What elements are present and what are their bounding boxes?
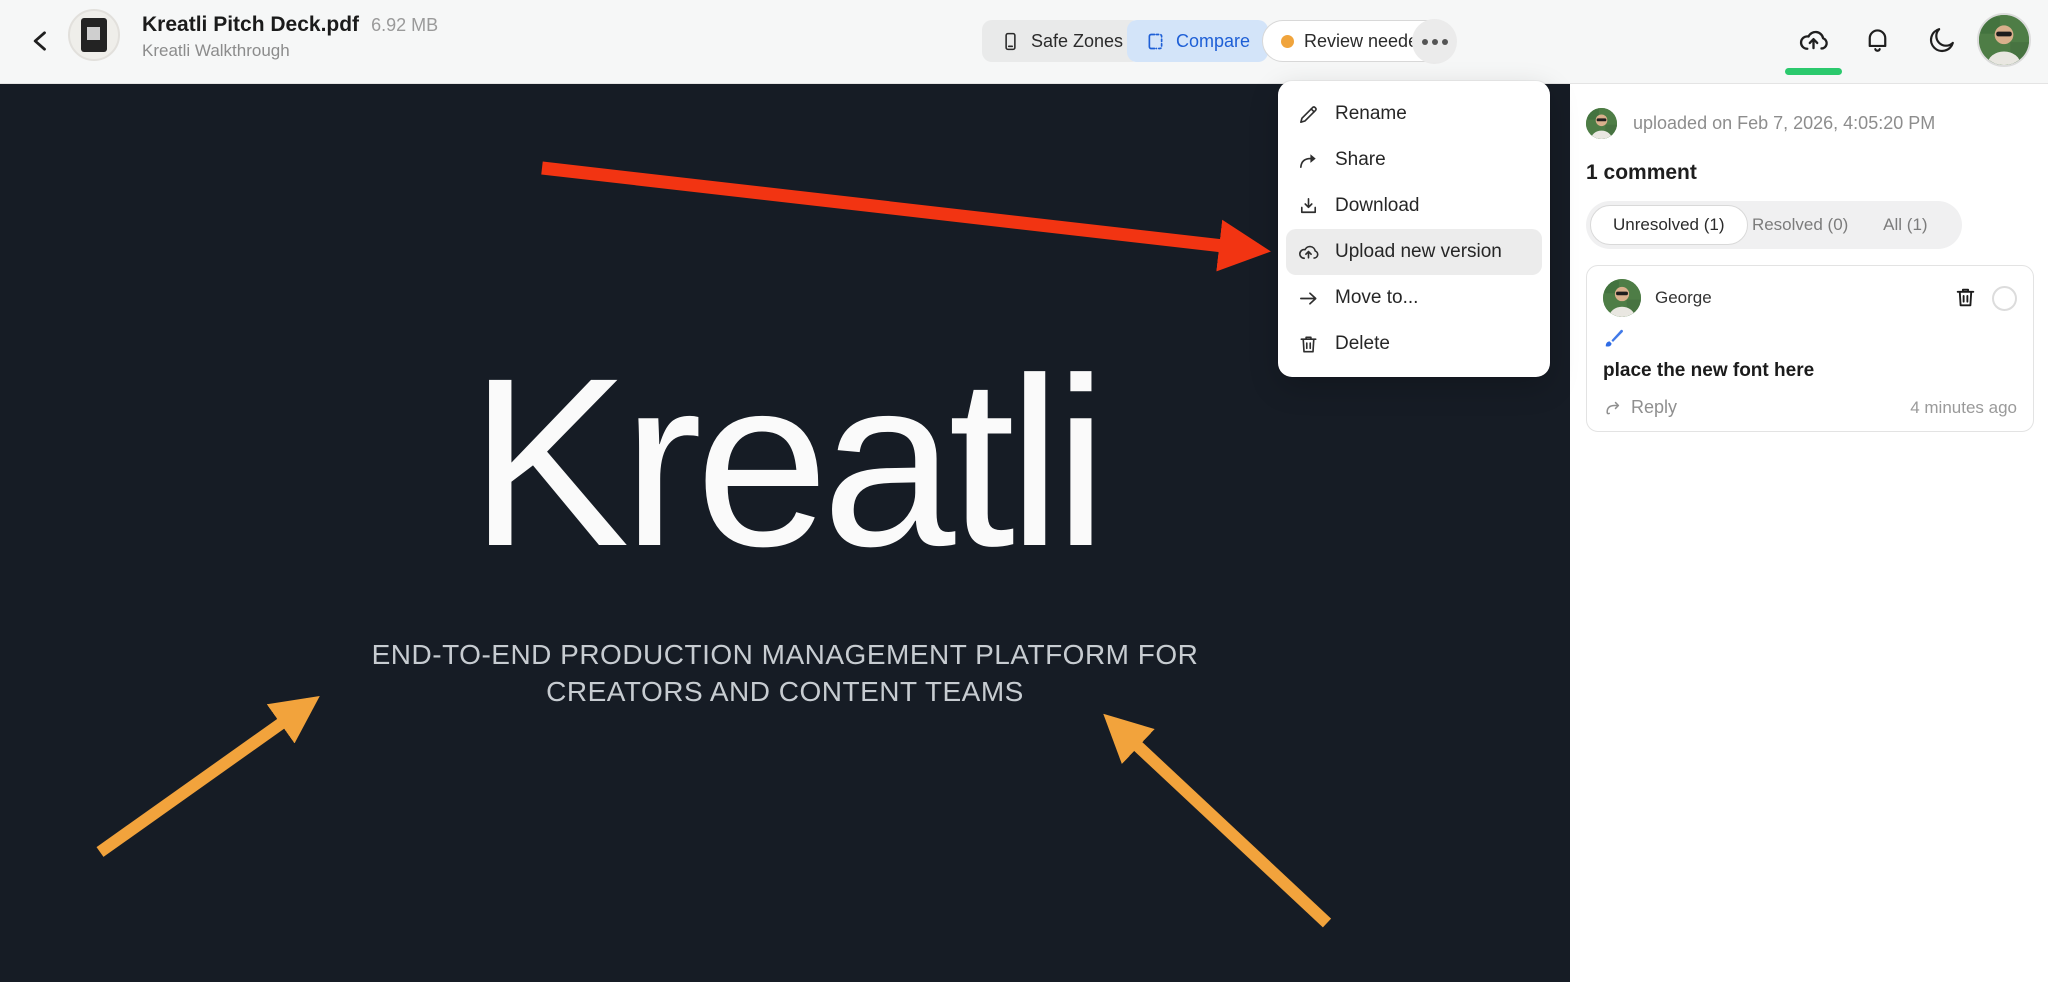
comment-author: George bbox=[1655, 288, 1952, 308]
ellipsis-icon bbox=[1422, 39, 1428, 45]
reply-label: Reply bbox=[1631, 397, 1677, 418]
comment-footer: Reply 4 minutes ago bbox=[1603, 397, 2017, 418]
menu-item-label: Share bbox=[1335, 149, 1386, 171]
comment-timestamp: 4 minutes ago bbox=[1910, 398, 2017, 418]
comment-text: place the new font here bbox=[1603, 360, 2017, 382]
menu-item-label: Move to... bbox=[1335, 287, 1418, 309]
comment-filter-tabs: Unresolved (1) Resolved (0) All (1) bbox=[1586, 201, 1962, 249]
chevron-left-icon bbox=[27, 27, 55, 55]
menu-item-upload-new-version[interactable]: Upload new version bbox=[1286, 229, 1542, 275]
reply-arrow-icon bbox=[1603, 398, 1623, 418]
menu-item-label: Download bbox=[1335, 195, 1420, 217]
comments-sidebar: uploaded on Feb 7, 2026, 4:05:20 PM 1 co… bbox=[1570, 84, 2048, 1000]
version-info-row: uploaded on Feb 7, 2026, 4:05:20 PM bbox=[1586, 108, 2034, 139]
menu-item-download[interactable]: Download bbox=[1286, 183, 1542, 229]
compare-label: Compare bbox=[1176, 31, 1250, 52]
slide-subtitle-line1: END-TO-END PRODUCTION MANAGEMENT PLATFOR… bbox=[0, 636, 1570, 673]
uploaded-timestamp: uploaded on Feb 7, 2026, 4:05:20 PM bbox=[1633, 113, 1935, 134]
menu-item-label: Upload new version bbox=[1335, 241, 1502, 263]
dark-mode-toggle[interactable] bbox=[1925, 24, 1959, 58]
menu-item-share[interactable]: Share bbox=[1286, 137, 1542, 183]
avatar-image bbox=[1979, 15, 2029, 65]
user-avatar[interactable] bbox=[1977, 13, 2031, 67]
cloud-upload-icon bbox=[1297, 241, 1320, 264]
file-options-menu: Rename Share Download Upload new version… bbox=[1278, 81, 1550, 377]
reply-button[interactable]: Reply bbox=[1603, 397, 1677, 418]
menu-item-rename[interactable]: Rename bbox=[1286, 91, 1542, 137]
menu-item-delete[interactable]: Delete bbox=[1286, 321, 1542, 367]
arrow-right-icon bbox=[1297, 287, 1320, 310]
upload-progress-bar bbox=[1785, 68, 1842, 75]
back-button[interactable] bbox=[26, 27, 56, 57]
trash-icon bbox=[1297, 333, 1320, 356]
moon-icon bbox=[1927, 24, 1958, 55]
notifications-button[interactable] bbox=[1860, 24, 1894, 58]
safe-zones-label: Safe Zones bbox=[1031, 31, 1123, 52]
file-info: Kreatli Pitch Deck.pdf 6.92 MB Kreatli W… bbox=[142, 13, 438, 61]
cloud-upload-icon bbox=[1797, 24, 1830, 57]
breadcrumb: Kreatli Walkthrough bbox=[142, 41, 438, 61]
tab-unresolved[interactable]: Unresolved (1) bbox=[1590, 205, 1748, 245]
status-dot-icon bbox=[1281, 35, 1294, 48]
pencil-icon bbox=[1297, 103, 1320, 126]
phone-icon bbox=[1000, 31, 1021, 52]
delete-comment-button[interactable] bbox=[1952, 285, 1978, 311]
file-size: 6.92 MB bbox=[371, 15, 438, 36]
status-label: Review needed bbox=[1304, 31, 1428, 52]
slide-subtitle-line2: CREATORS AND CONTENT TEAMS bbox=[0, 673, 1570, 710]
slide-title: Kreatli bbox=[0, 342, 1570, 582]
tab-all[interactable]: All (1) bbox=[1853, 205, 1958, 245]
share-icon bbox=[1297, 149, 1320, 172]
comments-heading: 1 comment bbox=[1586, 161, 2034, 185]
compare-icon bbox=[1145, 31, 1166, 52]
menu-item-move-to[interactable]: Move to... bbox=[1286, 275, 1542, 321]
slide-subtitle: END-TO-END PRODUCTION MANAGEMENT PLATFOR… bbox=[0, 636, 1570, 710]
trash-icon bbox=[1953, 285, 1978, 310]
tab-resolved[interactable]: Resolved (0) bbox=[1748, 205, 1853, 245]
comment-card: George place the new font here Reply 4 m… bbox=[1586, 265, 2034, 432]
safe-zones-button[interactable]: Safe Zones bbox=[982, 20, 1141, 62]
menu-item-label: Rename bbox=[1335, 103, 1407, 125]
comment-header: George bbox=[1603, 279, 2017, 317]
compare-button[interactable]: Compare bbox=[1127, 20, 1268, 62]
resolve-checkbox[interactable] bbox=[1992, 286, 2017, 311]
top-header: Kreatli Pitch Deck.pdf 6.92 MB Kreatli W… bbox=[0, 0, 2048, 84]
file-thumbnail-image bbox=[81, 18, 107, 52]
annotation-brush-icon[interactable] bbox=[1603, 327, 1625, 349]
bell-icon bbox=[1862, 24, 1893, 55]
upload-button[interactable] bbox=[1796, 24, 1830, 58]
menu-item-label: Delete bbox=[1335, 333, 1390, 355]
uploader-avatar bbox=[1586, 108, 1617, 139]
file-thumbnail bbox=[68, 9, 120, 61]
file-title: Kreatli Pitch Deck.pdf bbox=[142, 13, 359, 37]
app-root: Kreatli Pitch Deck.pdf 6.92 MB Kreatli W… bbox=[0, 0, 2048, 1000]
comment-author-avatar bbox=[1603, 279, 1641, 317]
download-icon bbox=[1297, 195, 1320, 218]
more-options-button[interactable] bbox=[1412, 19, 1457, 64]
